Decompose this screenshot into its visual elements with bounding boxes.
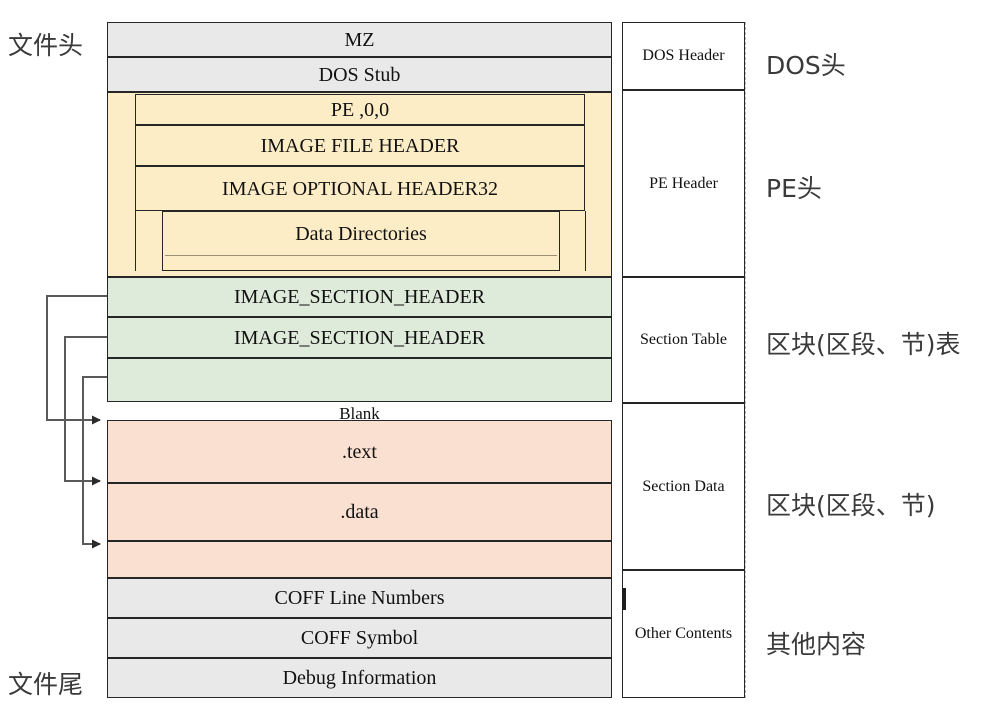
caption-section-table: 区块(区段、节)表 (766, 330, 961, 359)
right-cell-dos-header-label: DOS Header (641, 47, 726, 65)
right-cell-section-data-label: Section Data (641, 477, 726, 496)
caption-pe-header: PE头 (766, 174, 822, 203)
right-cell-pe-header: PE Header (622, 90, 745, 277)
caption-section-data: 区块(区段、节) (766, 491, 936, 520)
right-cell-section-table: Section Table (622, 277, 745, 403)
right-cell-dos-header: DOS Header (622, 22, 745, 90)
right-cell-section-data: Section Data (622, 403, 745, 570)
right-cell-section-table-label: Section Table (638, 331, 728, 349)
pe-structure-diagram: 文件头 文件尾 MZ DOS Stub PE ,0,0 IMAGE FILE H… (0, 0, 986, 714)
caption-dos-header: DOS头 (766, 51, 846, 80)
caption-other-contents: 其他内容 (766, 630, 867, 659)
other-contents-tick (622, 588, 626, 610)
right-cell-pe-header-label: PE Header (648, 174, 719, 193)
right-cell-other-contents-label: Other Contents (633, 625, 734, 643)
right-cell-other-contents: Other Contents (622, 570, 745, 698)
